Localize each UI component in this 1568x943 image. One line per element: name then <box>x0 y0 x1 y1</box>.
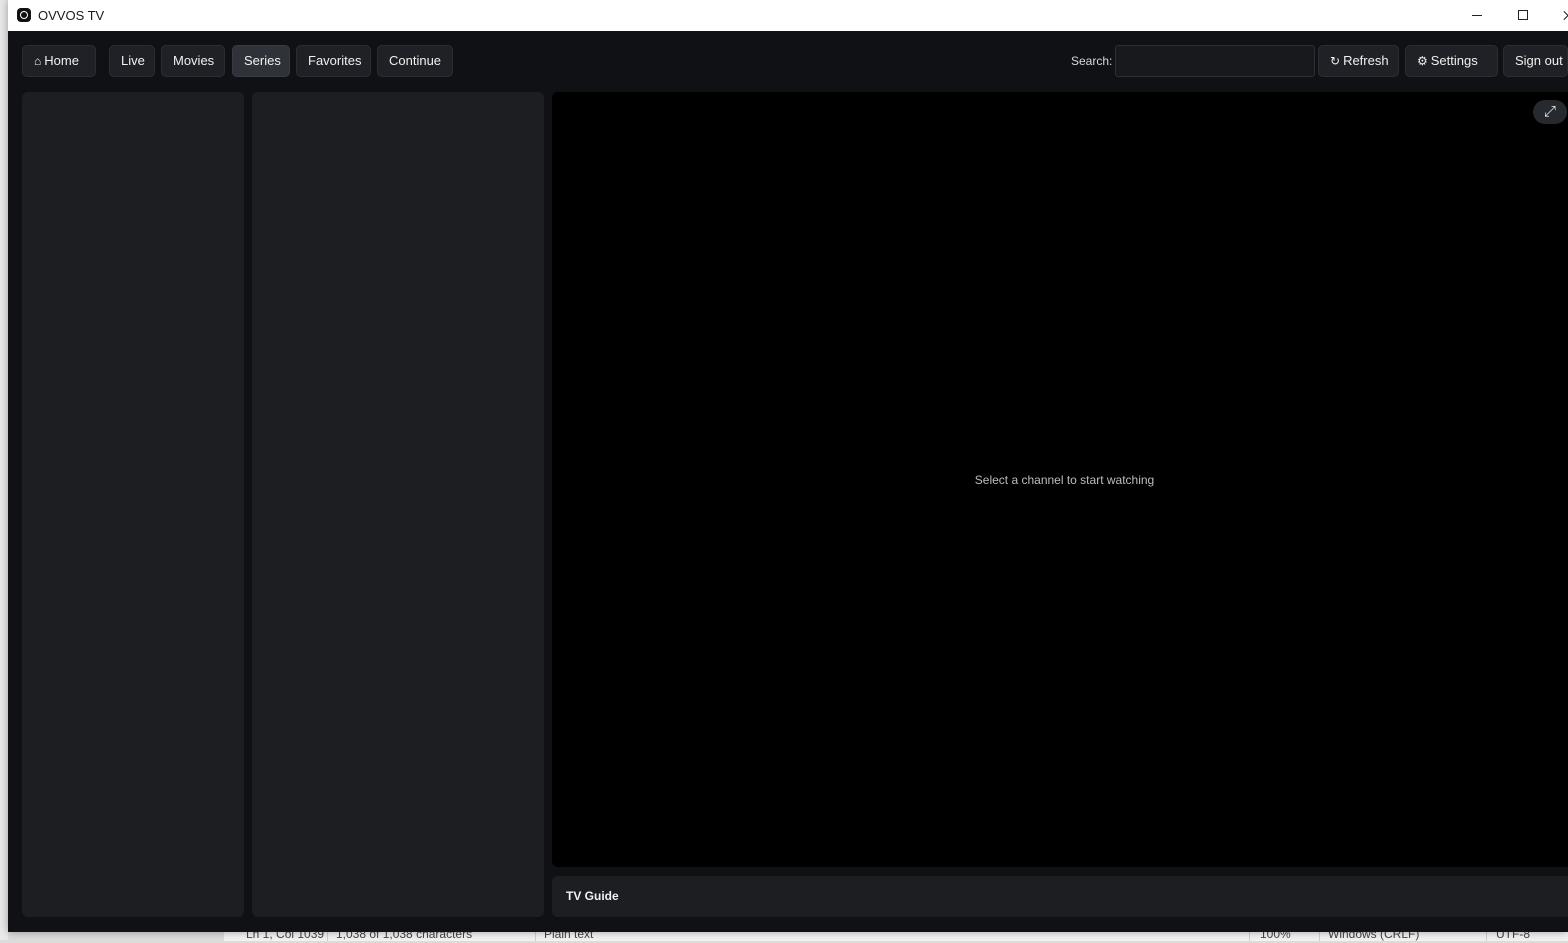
nav-continue-label: Continue <box>389 53 442 68</box>
nav-movies-button[interactable]: Movies <box>161 45 225 77</box>
search-label: Search: <box>1071 54 1113 68</box>
nav-favorites-button[interactable]: Favorites <box>296 45 371 77</box>
expand-icon[interactable]: ⤢ <box>1533 100 1567 124</box>
nav-home-label: Home <box>44 53 79 68</box>
refresh-label: Refresh <box>1343 53 1389 68</box>
nav-series-button[interactable]: Series <box>232 45 290 77</box>
video-player[interactable]: ⤢ Select a channel to start watching <box>552 92 1568 867</box>
maximize-button[interactable] <box>1500 0 1546 31</box>
settings-label: Settings <box>1430 53 1478 68</box>
window-title: OVVOS TV <box>38 8 105 23</box>
minimize-button[interactable] <box>1454 0 1500 31</box>
app-logo-icon <box>17 8 31 22</box>
search-input[interactable] <box>1115 45 1315 77</box>
title-bar[interactable]: OVVOS TV <box>8 0 1568 31</box>
top-toolbar: ⌂ Home Live Movies Series Favorites Conti… <box>8 31 1568 91</box>
close-button[interactable] <box>1546 0 1568 31</box>
tv-guide-title: TV Guide <box>566 889 619 903</box>
nav-movies-label: Movies <box>173 53 215 68</box>
items-panel[interactable] <box>252 92 544 917</box>
refresh-button[interactable]: ↻ Refresh <box>1318 45 1399 77</box>
tv-guide-panel[interactable]: TV Guide <box>552 876 1568 917</box>
nav-favorites-label: Favorites <box>308 53 362 68</box>
nav-continue-button[interactable]: Continue <box>377 45 453 77</box>
home-icon: ⌂ <box>34 54 42 68</box>
app-window: OVVOS TV ⌂ Home Live Movies Series Favori… <box>8 0 1568 932</box>
player-empty-message: Select a channel to start watching <box>974 473 1155 487</box>
nav-live-button[interactable]: Live <box>109 45 155 77</box>
sign-out-label: Sign out <box>1515 53 1563 68</box>
refresh-icon: ↻ <box>1330 54 1341 68</box>
categories-panel[interactable] <box>22 92 244 917</box>
nav-series-label: Series <box>244 53 281 68</box>
settings-button[interactable]: ⚙ Settings <box>1405 45 1498 77</box>
gear-icon: ⚙ <box>1417 54 1428 68</box>
sign-out-button[interactable]: Sign out <box>1503 45 1568 77</box>
nav-home-button[interactable]: ⌂ Home <box>22 45 96 77</box>
background-desktop-strip <box>0 0 8 940</box>
nav-live-label: Live <box>121 53 145 68</box>
